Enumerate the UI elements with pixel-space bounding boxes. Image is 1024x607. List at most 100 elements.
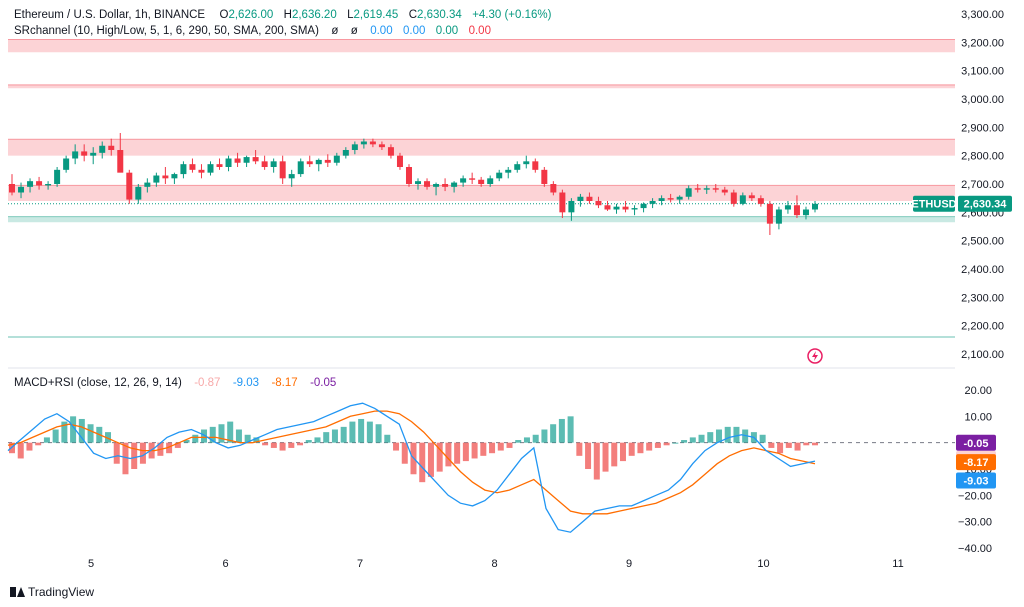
candle-body [676,196,683,200]
candle-body [793,205,800,216]
macd-histogram-bar [785,442,792,448]
macd-histogram-bar [26,442,33,451]
macd-histogram-bar [759,434,766,443]
macd-histogram-bar [35,442,42,446]
candle-body [387,147,394,156]
candle-body [523,161,530,165]
sr-indicator-name: SRchannel (10, High/Low, 5, 1, 6, 290, 5… [14,25,319,37]
sr-zones [8,39,955,338]
candle-body [595,201,602,206]
symbol-name: Ethereum / U.S. Dollar, 1h, BINANCE [14,9,206,21]
macd-histogram-bar [297,442,304,446]
macd-histogram-bar [131,442,138,469]
h-label: H [283,9,292,21]
macd-histogram-bar [349,421,356,443]
time-tick-label: 8 [491,558,497,570]
candle-body [568,201,575,213]
sr-value-1: 0.00 [370,25,393,37]
candle-body [559,192,566,213]
candle-body [667,198,674,200]
macd-histogram-bar [340,426,347,443]
candle-body [315,159,322,165]
candle-body [433,184,440,187]
candle-body [496,172,503,179]
macd-indicator-name: MACD+RSI (close, 12, 26, 9, 14) [14,377,182,389]
macd-histogram-bar [401,442,408,464]
macd-histogram-bar [646,442,653,451]
macd-histogram-bar [585,442,592,469]
macd-histogram-bar [672,442,679,444]
macd-histogram-bar [593,442,600,480]
candle-body [685,188,692,197]
price-tick-label: 2,200.00 [961,321,1004,333]
macd-histogram-bar [506,442,513,448]
candle-body [225,158,232,167]
tradingview-logo[interactable]: TradingView [10,585,94,599]
macd-histogram-bar [305,440,312,443]
macd-histogram-bar [218,424,225,443]
candle-body [207,164,214,173]
candle-body [784,205,791,210]
candle-body [721,189,728,193]
macd-tick-label: −40.00 [958,543,992,555]
macd-histogram-bar [419,442,426,483]
c-label: C [408,9,418,21]
price-tick-label: 3,200.00 [961,37,1004,49]
candle-body [451,182,458,187]
candle-body [505,169,512,173]
ticker-badge-label: ETHUSD [911,199,956,211]
macd-histogram-bar [17,442,24,459]
candle-body [802,209,809,216]
candle-body [198,169,205,173]
candle-body [288,174,295,179]
candle-body [541,169,548,184]
sr-legend[interactable]: SRchannel (10, High/Low, 5, 1, 6, 290, 5… [14,25,491,37]
candle-body [469,178,476,180]
tradingview-name: TradingView [28,585,95,599]
macd-histogram-bar [550,424,557,443]
candle-body [396,155,403,167]
macd-histogram-bar [576,442,583,456]
sr-symbol-1: ø [331,25,339,37]
candle-body [424,181,431,187]
grid [8,203,955,444]
resistance-zone [8,139,955,156]
macd-histogram-bar [803,442,810,446]
candle-body [739,195,746,204]
candle-body [126,172,133,200]
symbol-legend: Ethereum / U.S. Dollar, 1h, BINANCE O2,6… [14,9,551,21]
macd-histogram-bar [192,434,199,443]
macd-histogram [9,416,818,483]
time-tick-label: 6 [222,558,228,570]
candle-body [442,184,449,187]
macd-histogram-bar [52,429,59,443]
macd-histogram-bar [567,416,574,443]
macd-legend[interactable]: MACD+RSI (close, 12, 26, 9, 14) -0.87 -9… [14,377,336,389]
candle-body [766,203,773,224]
candle-body [378,144,385,148]
macd-histogram-bar [331,429,338,443]
time-tick-label: 9 [626,558,632,570]
candle-body [36,181,43,186]
macd-histogram-bar [628,442,635,456]
macd-histogram-bar [279,442,286,451]
macd-histogram-bar [43,437,50,443]
macd-histogram-bar [558,418,565,443]
price-chart[interactable]: 3,300.00 3,200.00 3,100.00 3,000.00 2,900.00… [0,0,1024,607]
macd-histogram-bar [375,424,382,443]
macd-histogram-bar [384,434,391,443]
candle-body [460,178,467,183]
price-tick-label: 2,900.00 [961,122,1004,134]
macd-histogram-bar [393,442,400,451]
candle-body [658,198,665,201]
candle-body [532,161,539,170]
candle-body [63,158,70,170]
candle-body [270,161,277,167]
price-tick-label: 3,000.00 [961,94,1004,106]
macd-tick-label: −20.00 [958,490,992,502]
macd-hist-value: -0.87 [194,377,221,389]
candle-body [812,203,818,210]
macd-histogram-bar [358,418,365,443]
sr-symbol-2: ø [350,25,358,37]
candle-body [577,196,584,201]
